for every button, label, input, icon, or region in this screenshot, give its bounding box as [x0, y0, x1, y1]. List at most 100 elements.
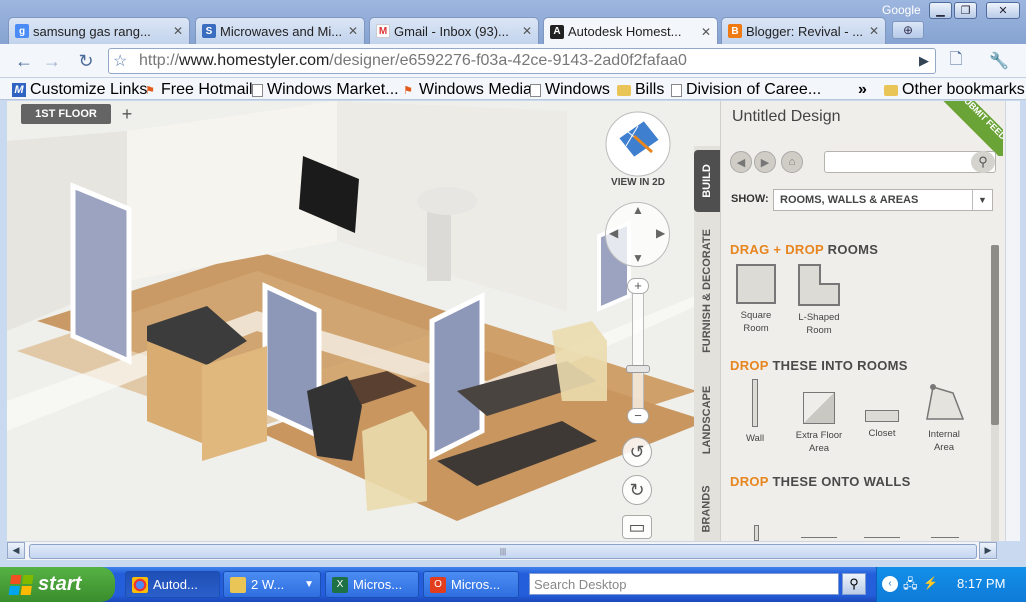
- sink-basin: [417, 187, 477, 215]
- tab-build[interactable]: BUILD: [694, 150, 720, 212]
- rotate-left-icon[interactable]: ↺: [622, 437, 652, 467]
- page-menu-icon[interactable]: 🗋: [944, 50, 968, 72]
- browser-tab-5[interactable]: B Blogger: Revival - ... ✕: [721, 17, 886, 44]
- rotate-right-icon[interactable]: ↻: [622, 475, 652, 505]
- browser-tab-4-active[interactable]: A Autodesk Homest... ✕: [543, 17, 718, 45]
- bookmark-division-of-careers[interactable]: Division of Caree...: [671, 81, 821, 99]
- go-arrow-icon[interactable]: ▶: [919, 53, 929, 69]
- internal-area-icon: [926, 384, 965, 420]
- bookmark-windows-media[interactable]: ⚑ Windows Media: [401, 81, 532, 99]
- autodesk-icon: A: [550, 24, 564, 39]
- show-filter-select[interactable]: ROOMS, WALLS & AREAS ▼: [773, 189, 993, 211]
- network-icon[interactable]: 🖧: [903, 575, 918, 597]
- section-heading-drop-onto-walls: DROP THESE ONTO WALLS: [730, 474, 911, 489]
- maximize-button[interactable]: ❐: [954, 2, 977, 19]
- pan-right-icon[interactable]: ▶: [656, 226, 665, 240]
- camera-view-icon[interactable]: ▭: [622, 515, 652, 539]
- taskbar-item-office[interactable]: O Micros...: [423, 571, 519, 598]
- back-arrow-icon[interactable]: ◀: [730, 151, 752, 173]
- closet-icon: [865, 410, 899, 422]
- search-icon[interactable]: ⚲: [971, 151, 995, 173]
- wrench-icon[interactable]: 🔧: [984, 50, 1014, 72]
- catalog-item-wall[interactable]: Wall: [725, 379, 785, 445]
- taskbar-item-autodesk[interactable]: Autod...: [125, 571, 220, 598]
- other-bookmarks[interactable]: Other bookmarks: [884, 81, 1025, 99]
- m-logo-icon: M: [12, 83, 26, 97]
- browser-tab-3[interactable]: M Gmail - Inbox (93)... ✕: [369, 17, 539, 44]
- pan-down-icon[interactable]: ▼: [632, 251, 644, 265]
- address-bar[interactable]: ☆ http://www.homestyler.com/designer/e65…: [108, 48, 936, 74]
- windows-flag-icon: ⚑: [403, 84, 413, 97]
- close-tab-icon[interactable]: ✕: [869, 24, 879, 38]
- horizontal-scrollbar-thumb[interactable]: |||: [29, 544, 977, 559]
- bookmark-windows-market[interactable]: Windows Market...: [252, 81, 399, 99]
- close-tab-icon[interactable]: ✕: [173, 24, 183, 38]
- pan-left-icon[interactable]: ◀: [609, 226, 618, 240]
- catalog-item-extra-floor-area[interactable]: Extra Floor Area: [789, 392, 849, 455]
- close-tab-icon[interactable]: ✕: [348, 24, 358, 38]
- tab-landscape[interactable]: LANDSCAPE: [694, 372, 720, 467]
- taskbar-item-windows-explorer[interactable]: 2 W... ▼: [223, 571, 321, 598]
- scroll-right-icon[interactable]: ▶: [979, 542, 997, 559]
- tab-brands[interactable]: BRANDS: [694, 476, 720, 541]
- floor-tab-1st-floor[interactable]: 1ST FLOOR: [21, 104, 111, 124]
- start-button[interactable]: start: [0, 567, 115, 602]
- back-arrow-icon[interactable]: ←: [12, 50, 36, 72]
- window-left: [70, 182, 132, 365]
- system-tray: ‹ 🖧 ⚡ 8:17 PM: [876, 567, 1026, 602]
- reload-icon[interactable]: ↻: [74, 50, 98, 72]
- forward-arrow-icon[interactable]: →: [40, 50, 64, 72]
- browser-tab-1[interactable]: g samsung gas rang... ✕: [8, 17, 190, 44]
- submit-feedback-ribbon[interactable]: SUBMIT FEEDBACK: [918, 101, 1003, 156]
- pan-up-icon[interactable]: ▲: [632, 203, 644, 217]
- section-heading-drop-into-rooms: DROP THESE INTO ROOMS: [730, 358, 908, 373]
- add-floor-button[interactable]: +: [117, 103, 137, 125]
- home-icon[interactable]: ⌂: [781, 151, 803, 173]
- bookmark-windows[interactable]: Windows: [530, 81, 610, 99]
- bookmark-star-icon[interactable]: ☆: [113, 51, 133, 71]
- horizontal-scrollbar[interactable]: |||: [7, 541, 997, 560]
- google-icon: g: [15, 24, 29, 38]
- bookmarks-overflow[interactable]: »: [858, 81, 867, 99]
- catalog-item-closet[interactable]: Closet: [852, 410, 912, 440]
- pan-control[interactable]: ▲ ▼ ◀ ▶: [605, 202, 670, 267]
- catalog-item-square-room[interactable]: Square Room: [726, 264, 786, 335]
- minimize-button[interactable]: ▁: [929, 2, 952, 19]
- panel-scrollbar[interactable]: [991, 245, 999, 541]
- zoom-slider[interactable]: [632, 278, 644, 420]
- window-right: [429, 291, 485, 461]
- tab-furnish-decorate[interactable]: FURNISH & DECORATE: [694, 218, 720, 363]
- chevron-down-icon: ▼: [972, 190, 992, 210]
- design-title[interactable]: Untitled Design: [732, 108, 841, 126]
- catalog-item-internal-area[interactable]: Internal Area: [914, 381, 974, 454]
- close-tab-icon[interactable]: ✕: [522, 24, 532, 38]
- zoom-in-button[interactable]: +: [627, 278, 649, 294]
- desktop-search-input[interactable]: Search Desktop: [529, 573, 839, 595]
- show-hidden-icons-chevron-icon[interactable]: ‹: [882, 576, 898, 592]
- wall-item-partial[interactable]: [754, 525, 759, 541]
- zoom-slider-handle[interactable]: [626, 365, 650, 373]
- section-heading-drag-drop-rooms: DRAG + DROP ROOMS: [730, 242, 879, 257]
- panel-scrollbar-thumb[interactable]: [991, 245, 999, 425]
- forward-arrow-icon[interactable]: ▶: [754, 151, 776, 173]
- clock[interactable]: 8:17 PM: [957, 576, 1005, 591]
- folder-icon: [884, 84, 898, 96]
- bookmark-customize-links[interactable]: M Customize Links: [12, 81, 147, 99]
- close-tab-icon[interactable]: ✕: [701, 25, 711, 39]
- tab-title: Autodesk Homest...: [568, 24, 682, 39]
- catalog-item-l-shaped-room[interactable]: L-Shaped Room: [789, 264, 849, 337]
- browser-tab-2[interactable]: S Microwaves and Mi... ✕: [195, 17, 365, 44]
- cable-icon[interactable]: ⚡: [923, 576, 938, 590]
- page-vertical-scrollbar[interactable]: [1005, 101, 1020, 541]
- scroll-left-icon[interactable]: ◀: [7, 542, 25, 559]
- bookmark-free-hotmail[interactable]: ⚑ Free Hotmail: [143, 81, 253, 99]
- close-window-button[interactable]: ✕: [986, 2, 1020, 19]
- wall-icon: [752, 379, 758, 427]
- taskbar-item-excel[interactable]: X Micros...: [325, 571, 419, 598]
- wood-cabinet-side: [202, 346, 267, 461]
- new-tab-button[interactable]: ⊕: [892, 21, 924, 39]
- page-icon: [530, 83, 541, 97]
- bookmark-bills[interactable]: Bills: [617, 81, 664, 99]
- search-icon[interactable]: ⚲: [842, 573, 866, 595]
- zoom-out-button[interactable]: −: [627, 408, 649, 424]
